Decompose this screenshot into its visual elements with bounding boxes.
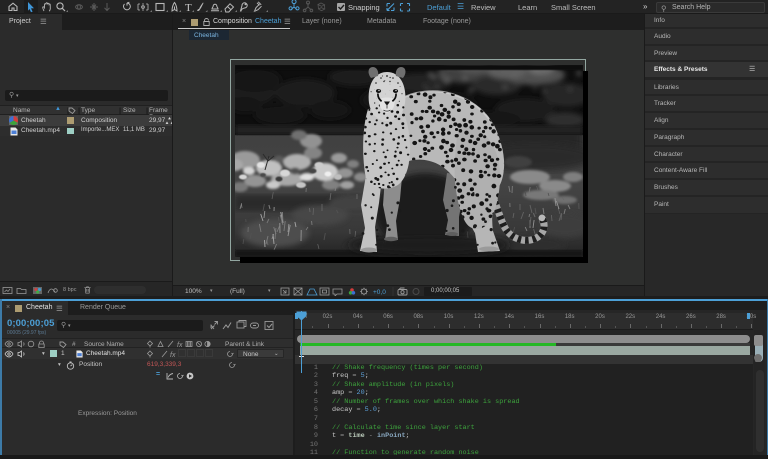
svg-text:Snapping: Snapping (348, 3, 380, 12)
svg-text:T: T (185, 2, 192, 14)
svg-text:+0,0: +0,0 (373, 289, 386, 296)
svg-text:fx: fx (170, 352, 176, 358)
